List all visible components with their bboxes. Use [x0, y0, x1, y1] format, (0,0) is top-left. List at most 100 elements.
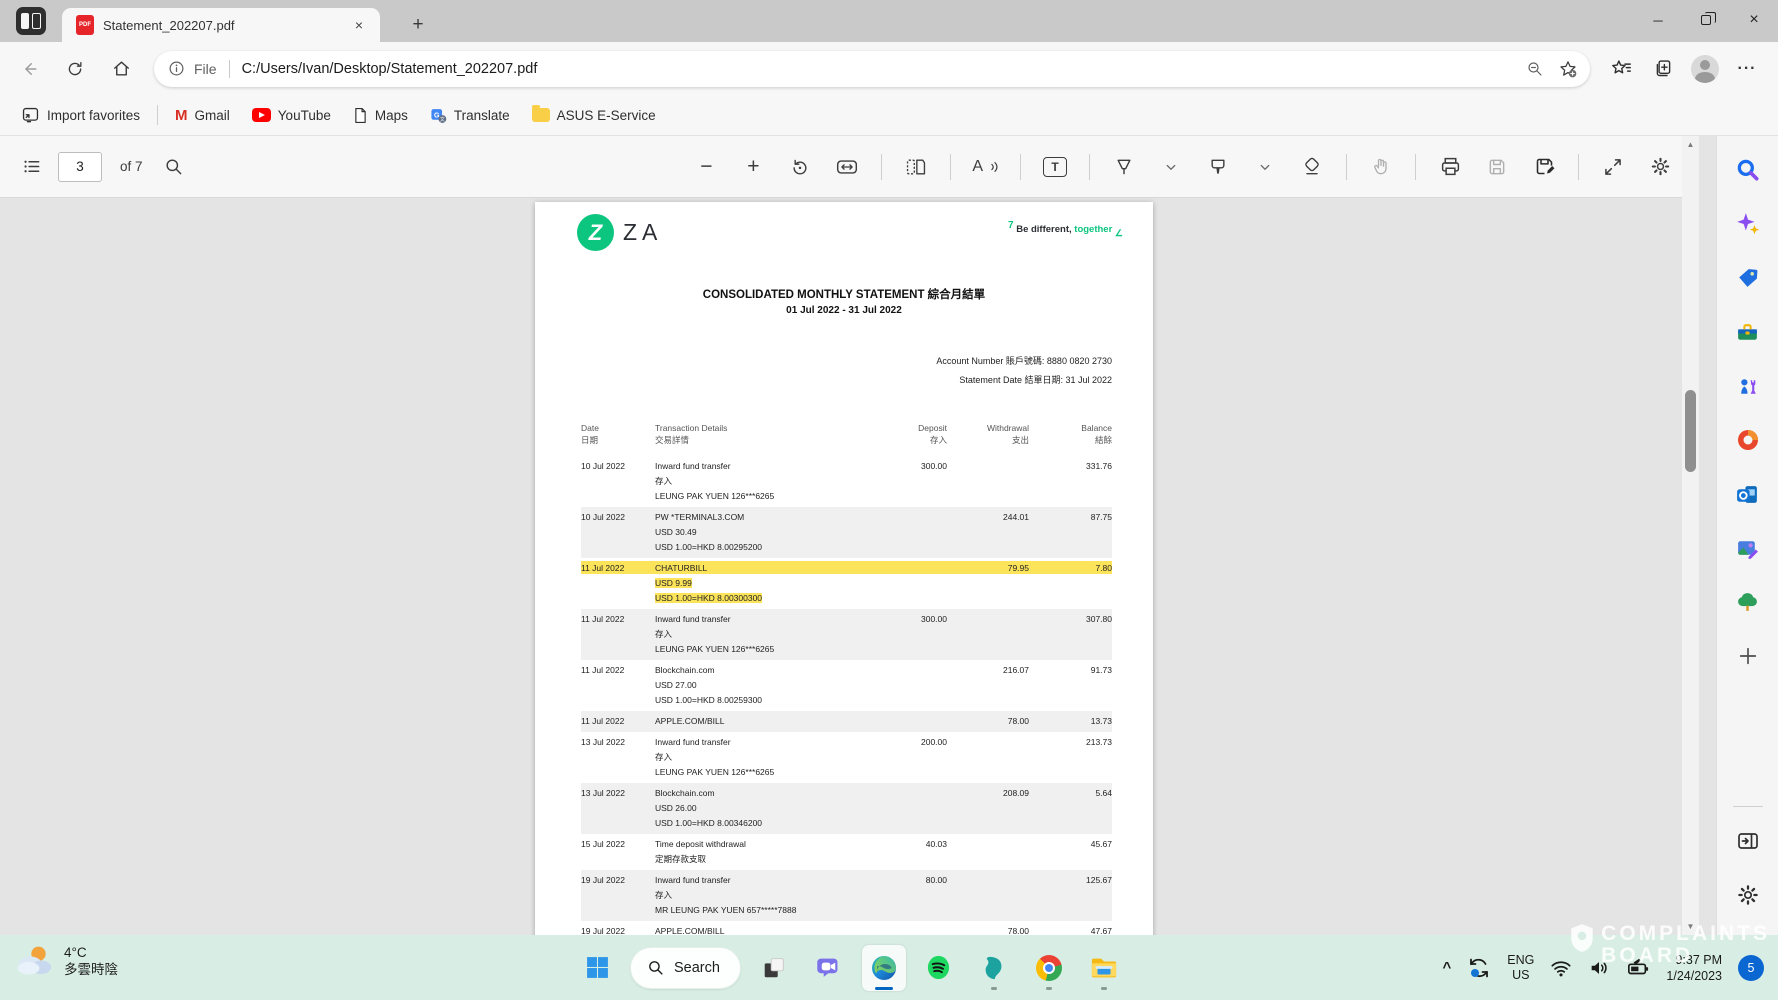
bookmark-gmail[interactable]: MGmail	[164, 100, 241, 130]
add-text-button[interactable]: T	[1042, 152, 1068, 182]
sidebar-tools-button[interactable]	[1728, 312, 1768, 352]
task-view-button[interactable]	[752, 945, 796, 991]
sidebar-settings-button[interactable]	[1728, 875, 1768, 915]
draw-options-chevron-icon[interactable]	[1158, 152, 1184, 182]
edge-active-indicator	[875, 987, 893, 990]
edge-taskbar-button[interactable]	[862, 945, 906, 991]
refresh-button[interactable]	[58, 52, 92, 86]
bookmark-asus-eservice[interactable]: ASUS E-Service	[521, 100, 667, 130]
favorites-star-icon	[1611, 58, 1632, 79]
new-tab-button[interactable]: +	[404, 11, 432, 39]
battery-pen-icon[interactable]	[1626, 957, 1650, 979]
hidden-icons-chevron[interactable]: ^	[1443, 959, 1452, 976]
sidebar-outlook-button[interactable]	[1728, 474, 1768, 514]
spotify-taskbar-button[interactable]	[917, 945, 961, 991]
scroll-up-icon[interactable]: ▲	[1682, 136, 1699, 153]
plus-icon	[1737, 645, 1759, 667]
zoom-page-icon[interactable]	[1526, 60, 1544, 78]
zoom-out-button[interactable]: −	[693, 152, 719, 182]
start-button[interactable]	[575, 945, 619, 991]
weather-widget[interactable]: 4°C 多雲時陰	[14, 943, 118, 979]
highlight-button[interactable]	[1205, 152, 1231, 182]
favorites-bar: Import favorites MGmail YouTube Maps G文 …	[0, 95, 1778, 136]
add-favorite-icon[interactable]	[1558, 59, 1578, 79]
profile-button[interactable]	[1688, 52, 1722, 86]
statement-meta: Account Number 賬戶號碼: 8880 0820 2730 Stat…	[936, 352, 1112, 390]
read-aloud-button[interactable]: A	[972, 152, 999, 182]
back-arrow-icon	[20, 60, 38, 78]
taskbar-search[interactable]: Search	[630, 947, 741, 989]
sidebar-copilot-button[interactable]	[1728, 204, 1768, 244]
toc-button[interactable]	[18, 152, 44, 182]
teams-chat-button[interactable]	[807, 945, 851, 991]
sidebar-divider	[1733, 806, 1763, 807]
collections-button[interactable]	[1646, 52, 1680, 86]
browser-tab[interactable]: PDF Statement_202207.pdf ×	[62, 8, 380, 42]
file-explorer-taskbar-button[interactable]	[1082, 945, 1126, 991]
sync-update-icon[interactable]	[1467, 956, 1491, 980]
info-icon[interactable]	[168, 60, 185, 77]
shopping-tag-icon	[1735, 266, 1760, 291]
url-input[interactable]: File C:/Users/Ivan/Desktop/Statement_202…	[154, 51, 1590, 87]
pdf-settings-button[interactable]	[1647, 152, 1673, 182]
print-button[interactable]	[1437, 152, 1463, 182]
pdf-search-button[interactable]	[161, 152, 187, 182]
page-number-input[interactable]	[58, 152, 102, 182]
sidebar-office-button[interactable]	[1728, 420, 1768, 460]
erase-button[interactable]	[1299, 152, 1325, 182]
tab-close-icon[interactable]: ×	[348, 14, 370, 36]
sidebar-shopping-button[interactable]	[1728, 258, 1768, 298]
page-view-button[interactable]	[903, 152, 929, 182]
file-explorer-icon	[1090, 955, 1118, 981]
settings-more-button[interactable]: ···	[1730, 52, 1764, 86]
gear-icon	[1736, 883, 1760, 907]
back-button[interactable]	[12, 52, 46, 86]
minimize-button[interactable]: ─	[1634, 0, 1682, 40]
table-row: 13 Jul 2022Inward fund transfer存入LEUNG P…	[581, 732, 1112, 783]
language-indicator[interactable]: ENG US	[1507, 953, 1534, 983]
notification-badge[interactable]: 5	[1738, 955, 1764, 981]
volume-icon[interactable]	[1588, 957, 1610, 979]
pdf-scrollbar[interactable]: ▲ ▼	[1682, 136, 1699, 935]
bookmark-youtube[interactable]: YouTube	[241, 100, 342, 130]
scrollbar-thumb[interactable]	[1685, 390, 1696, 472]
bookmark-translate[interactable]: G文 Translate	[419, 100, 521, 130]
fullscreen-button[interactable]	[1600, 152, 1626, 182]
weather-temp: 4°C	[64, 944, 118, 961]
weather-icon	[14, 943, 54, 979]
pen-icon	[1114, 157, 1134, 177]
import-favorites-icon	[21, 107, 40, 124]
rotate-button[interactable]	[787, 152, 813, 182]
sidebar-designer-button[interactable]	[1728, 528, 1768, 568]
close-button[interactable]: ×	[1730, 0, 1778, 40]
zoom-in-button[interactable]: +	[740, 152, 766, 182]
sidebar-games-button[interactable]	[1728, 366, 1768, 406]
sidebar-tree-button[interactable]	[1728, 582, 1768, 622]
youtube-icon	[252, 108, 271, 122]
home-button[interactable]	[104, 52, 138, 86]
sidebar-add-button[interactable]	[1728, 636, 1768, 676]
restore-button[interactable]	[1682, 0, 1730, 40]
clock[interactable]: 9:37 PM 1/24/2023	[1666, 952, 1722, 984]
search-icon	[647, 959, 664, 976]
page-total-label: of 7	[120, 159, 143, 174]
sound-waves-icon	[990, 160, 999, 174]
favorites-button[interactable]	[1604, 52, 1638, 86]
fit-to-width-button[interactable]	[834, 152, 860, 182]
tab-actions-menu-icon[interactable]	[16, 7, 46, 35]
eraser-icon	[1302, 157, 1322, 177]
import-favorites-button[interactable]: Import favorites	[10, 100, 151, 130]
sidebar-toggle-button[interactable]	[1728, 821, 1768, 861]
save-as-button[interactable]	[1531, 152, 1557, 182]
translate-icon: G文	[430, 107, 447, 124]
chrome-taskbar-button[interactable]	[1027, 945, 1071, 991]
wifi-icon[interactable]	[1550, 957, 1572, 979]
scroll-down-icon[interactable]: ▼	[1682, 918, 1699, 935]
highlight-options-chevron-icon[interactable]	[1252, 152, 1278, 182]
bookmark-maps[interactable]: Maps	[342, 100, 419, 130]
url-scheme-label: File	[194, 61, 217, 77]
surfshark-taskbar-button[interactable]	[972, 945, 1016, 991]
draw-button[interactable]	[1111, 152, 1137, 182]
address-bar: File C:/Users/Ivan/Desktop/Statement_202…	[0, 42, 1778, 95]
sidebar-search-button[interactable]	[1728, 150, 1768, 190]
